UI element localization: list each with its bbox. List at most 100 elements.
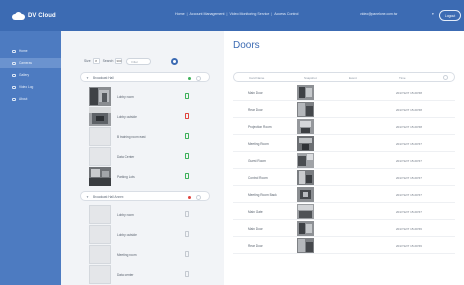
table-row[interactable]: Control Room 2017/12/7 15:20:57: [233, 169, 455, 186]
column-header[interactable]: Event: [349, 76, 357, 80]
camera-placeholder: [89, 127, 111, 146]
table-row[interactable]: Rear Door 2017/12/7 15:20:58: [233, 101, 455, 118]
camera-placeholder: [89, 147, 111, 166]
device-status-icon: [185, 93, 189, 99]
door-snapshot[interactable]: [297, 221, 314, 236]
door-snapshot[interactable]: [297, 204, 314, 219]
column-header[interactable]: Snapshot: [304, 76, 317, 80]
camera-placeholder: [89, 245, 111, 264]
door-snapshot[interactable]: [297, 136, 314, 151]
device-name: Meeting room: [117, 253, 137, 257]
expand-icon[interactable]: [196, 194, 201, 200]
device-row[interactable]: Data center: [89, 265, 201, 285]
table-row[interactable]: Meeting Room 2017/12/7 15:20:57: [233, 135, 455, 152]
door-snapshot[interactable]: [297, 187, 314, 202]
sidebar-item-about[interactable]: About: [0, 94, 61, 104]
filter-input[interactable]: Filter: [126, 57, 152, 65]
door-name: Projection Room: [248, 125, 272, 129]
door-name: Meeting Room: [248, 142, 269, 146]
device-status-icon: [185, 153, 189, 159]
sidebar-item-home[interactable]: Home: [0, 46, 61, 56]
breadcrumb-item-access[interactable]: Access Control: [274, 12, 298, 16]
user-email[interactable]: video@panelone.com.tw: [360, 12, 397, 16]
device-group-header[interactable]: ▼ Broadcast Hall Annex: [80, 191, 210, 201]
gallery-icon: [12, 73, 16, 77]
sidebar-item-gallery[interactable]: Gallery: [0, 70, 61, 80]
expand-icon[interactable]: [443, 75, 448, 80]
event-time: 2017/12/7 15:20:58: [396, 91, 422, 95]
event-time: 2017/12/7 15:20:57: [396, 176, 422, 180]
device-name: Data center: [117, 273, 134, 277]
breadcrumb-item-account[interactable]: Account Management: [190, 12, 225, 16]
device-status-icon: [185, 231, 189, 237]
search-count-input[interactable]: 300: [115, 58, 123, 64]
event-time: 2017/12/7 15:20:57: [396, 210, 422, 214]
table-row[interactable]: Main Door 2017/12/7 15:20:58: [233, 84, 455, 101]
device-name: B training room east: [117, 135, 146, 139]
breadcrumb-separator: |: [226, 12, 228, 16]
device-status-icon: [185, 113, 189, 119]
table-row[interactable]: Rear Door 2017/12/7 15:20:56: [233, 237, 455, 254]
cloud-logo-icon: [12, 11, 25, 21]
device-name: Lobby room: [117, 95, 134, 99]
device-status-icon: [185, 133, 189, 139]
app-logo[interactable]: DV Cloud: [12, 10, 56, 22]
device-row[interactable]: Parking Lots: [89, 167, 201, 187]
column-header[interactable]: Time: [399, 76, 406, 80]
device-row[interactable]: Lobby room: [89, 205, 201, 225]
device-row[interactable]: B training room east: [89, 127, 201, 147]
door-snapshot[interactable]: [297, 170, 314, 185]
breadcrumb-item-video[interactable]: Video Monitoring Service: [229, 12, 269, 16]
size-input[interactable]: 8: [92, 58, 100, 64]
chevron-down-icon: ▼: [86, 195, 89, 199]
status-dot-icon: [188, 76, 191, 80]
sidebar-item-video-log[interactable]: Video Log: [0, 82, 61, 92]
group-name: Broadcast Hall: [93, 76, 114, 80]
gear-icon[interactable]: [171, 57, 179, 65]
sidebar: Home Cameras Gallery Video Log About: [0, 31, 61, 285]
door-snapshot[interactable]: [297, 238, 314, 253]
breadcrumb-separator: |: [271, 12, 273, 16]
device-row[interactable]: Data Center: [89, 147, 201, 167]
device-status-icon: [185, 173, 189, 179]
table-row[interactable]: Guest Room 2017/12/7 15:20:57: [233, 152, 455, 169]
camera-placeholder: [89, 225, 111, 244]
door-snapshot[interactable]: [297, 153, 314, 168]
device-group-header[interactable]: ▼ Broadcast Hall: [80, 72, 210, 82]
device-row[interactable]: Lobby outside: [89, 225, 201, 245]
door-name: Guest Room: [248, 159, 266, 163]
expand-icon[interactable]: [196, 75, 201, 81]
page-title: Doors: [233, 40, 260, 51]
device-status-icon: [185, 211, 189, 217]
door-snapshot[interactable]: [297, 119, 314, 134]
event-time: 2017/12/7 15:20:57: [396, 193, 422, 197]
door-name: Meeting Room Back: [248, 193, 277, 197]
camera-snapshot: [89, 87, 111, 106]
camera-icon: [12, 61, 16, 65]
device-row[interactable]: Lobby room: [89, 87, 201, 107]
device-toolbar: Size 8 Search 300 Filter: [84, 56, 179, 66]
group-name: Broadcast Hall Annex: [93, 195, 124, 199]
device-row[interactable]: Lobby outside: [89, 107, 201, 127]
table-row[interactable]: Main Door 2017/12/7 15:20:56: [233, 220, 455, 237]
door-snapshot[interactable]: [297, 102, 314, 117]
door-name: Rear Door: [248, 244, 263, 248]
event-time: 2017/12/7 15:20:58: [396, 108, 422, 112]
door-snapshot[interactable]: [297, 85, 314, 100]
sidebar-item-cameras[interactable]: Cameras: [0, 58, 61, 68]
event-time: 2017/12/7 15:20:56: [396, 227, 422, 231]
table-row[interactable]: Projection Room 2017/12/7 15:20:58: [233, 118, 455, 135]
device-row[interactable]: Meeting room: [89, 245, 201, 265]
table-row[interactable]: Meeting Room Back 2017/12/7 15:20:57: [233, 186, 455, 203]
video-log-icon: [12, 85, 16, 89]
breadcrumb-item-home[interactable]: Home: [175, 12, 185, 16]
camera-snapshot: [89, 167, 111, 186]
door-name: Main Gate: [248, 210, 263, 214]
chevron-down-icon[interactable]: ▾: [432, 12, 434, 16]
column-header[interactable]: Card Name: [249, 76, 264, 80]
logout-button[interactable]: Logout: [439, 10, 461, 21]
breadcrumb: Home | Account Management | Video Monitoring…: [175, 12, 298, 16]
sidebar-item-label: Video Log: [19, 85, 34, 89]
camera-snapshot: [89, 107, 111, 126]
table-row[interactable]: Main Gate 2017/12/7 15:20:57: [233, 203, 455, 220]
